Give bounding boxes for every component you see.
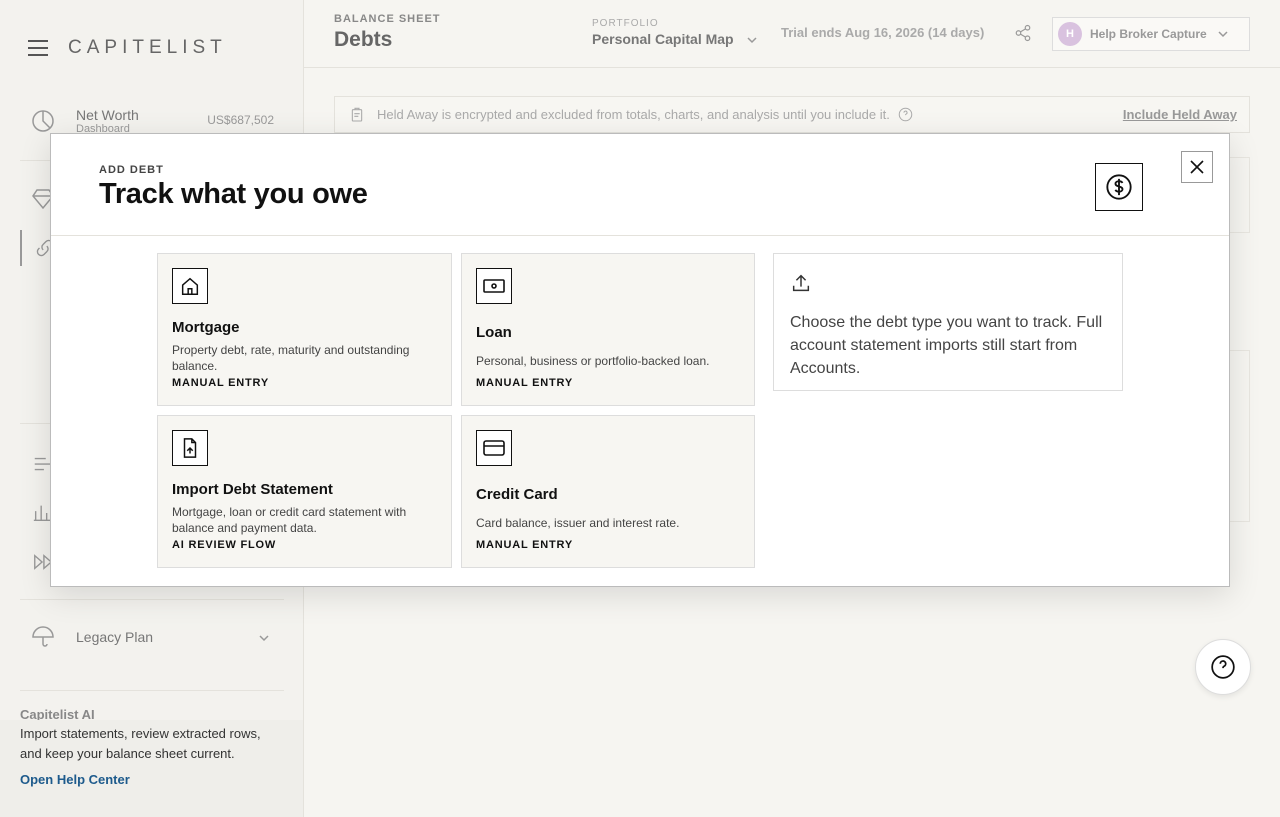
help-fab-button[interactable]: [1195, 639, 1251, 695]
sidebar-item-legacy-plan[interactable]: Legacy Plan: [20, 622, 284, 652]
debt-option-import-statement[interactable]: Import Debt Statement Mortgage, loan or …: [157, 415, 452, 568]
option-tag: MANUAL ENTRY: [476, 377, 573, 389]
option-tag: MANUAL ENTRY: [476, 539, 573, 551]
close-button[interactable]: [1181, 151, 1213, 183]
debt-option-mortgage[interactable]: Mortgage Property debt, rate, maturity a…: [157, 253, 452, 406]
option-tag: AI REVIEW FLOW: [172, 539, 277, 551]
option-title: Credit Card: [476, 486, 558, 503]
upload-icon: [792, 274, 810, 292]
option-description: Personal, business or portfolio-backed l…: [476, 354, 710, 368]
menu-icon[interactable]: [28, 40, 48, 56]
share-icon[interactable]: [1014, 24, 1032, 42]
divider: [20, 599, 284, 600]
modal-eyebrow: ADD DEBT: [99, 164, 164, 176]
chevron-down-icon: [259, 635, 269, 642]
divider: [20, 690, 284, 691]
net-worth-value: US$687,502: [207, 113, 274, 127]
close-icon: [1190, 160, 1204, 174]
help-circle-icon: [1211, 655, 1235, 679]
file-upload-icon: [172, 430, 208, 466]
option-description: Mortgage, loan or credit card statement …: [172, 505, 407, 535]
portfolio-label: PORTFOLIO: [592, 18, 659, 29]
option-description: Property debt, rate, maturity and outsta…: [172, 343, 410, 373]
sidebar-item-label: Net Worth: [76, 107, 139, 123]
help-circle-icon[interactable]: [898, 107, 913, 122]
clipboard-icon: [351, 107, 363, 122]
sidebar-item-label: Legacy Plan: [76, 629, 154, 645]
modal-header: ADD DEBT Track what you owe: [51, 134, 1229, 236]
debt-option-credit-card[interactable]: Credit Card Card balance, issuer and int…: [461, 415, 755, 568]
chevron-down-icon[interactable]: [746, 34, 758, 46]
house-icon: [172, 268, 208, 304]
user-name: Help Broker Capture: [1090, 27, 1207, 41]
user-menu-button[interactable]: H Help Broker Capture: [1052, 17, 1250, 51]
option-title: Mortgage: [172, 319, 240, 336]
dollar-icon: [1095, 163, 1143, 211]
held-away-banner: Held Away is encrypted and excluded from…: [334, 96, 1250, 133]
portfolio-selector[interactable]: Personal Capital Map: [592, 31, 734, 47]
page-title: Debts: [334, 28, 393, 51]
info-card: Choose the debt type you want to track. …: [773, 253, 1123, 391]
add-debt-modal: ADD DEBT Track what you owe Mortgage Pro…: [50, 133, 1230, 587]
trial-status[interactable]: Trial ends Aug 16, 2026 (14 days): [781, 25, 984, 40]
open-help-center-link[interactable]: Open Help Center: [20, 772, 283, 787]
help-box: Import statements, review extracted rows…: [0, 720, 303, 817]
modal-title: Track what you owe: [99, 178, 368, 210]
background-card: [1229, 350, 1250, 522]
option-title: Loan: [476, 324, 512, 341]
credit-card-icon: [476, 430, 512, 466]
background-card: [1229, 157, 1250, 233]
page-eyebrow: BALANCE SHEET: [334, 13, 441, 25]
include-held-away-link[interactable]: Include Held Away: [1123, 107, 1237, 122]
option-tag: MANUAL ENTRY: [172, 377, 269, 389]
app-logo: CAPITELIST: [68, 37, 227, 58]
umbrella-icon: [28, 622, 58, 652]
chevron-down-icon: [1218, 31, 1228, 38]
option-title: Import Debt Statement: [172, 481, 333, 498]
help-description: Import statements, review extracted rows…: [20, 726, 261, 761]
debt-option-loan[interactable]: Loan Personal, business or portfolio-bac…: [461, 253, 755, 406]
banner-text: Held Away is encrypted and excluded from…: [377, 107, 890, 122]
info-text: Choose the debt type you want to track. …: [790, 314, 1103, 377]
topbar: BALANCE SHEET Debts PORTFOLIO Personal C…: [304, 0, 1280, 68]
banknote-icon: [476, 268, 512, 304]
avatar: H: [1058, 22, 1082, 46]
pie-chart-icon: [28, 106, 58, 136]
option-description: Card balance, issuer and interest rate.: [476, 516, 680, 530]
